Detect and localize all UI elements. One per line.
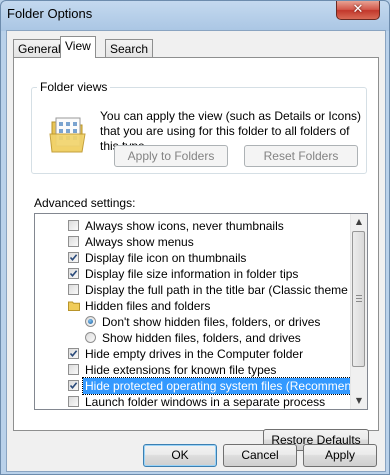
checkbox-unchecked[interactable] xyxy=(68,364,79,375)
window-title: Folder Options xyxy=(7,6,93,21)
advanced-setting-radio-row[interactable]: Show hidden files, folders, and drives xyxy=(35,330,351,346)
folder-views-icon xyxy=(49,117,86,153)
tab-search[interactable]: Search xyxy=(105,39,154,57)
advanced-setting-label: Hide empty drives in the Computer folder xyxy=(85,347,304,361)
advanced-settings-label: Advanced settings: xyxy=(34,196,136,210)
advanced-setting-checkbox-row[interactable]: Hide empty drives in the Computer folder xyxy=(35,346,351,362)
checkbox-checked[interactable] xyxy=(68,348,79,359)
apply-button[interactable]: Apply xyxy=(303,444,377,467)
advanced-settings-list[interactable]: Always show icons, never thumbnails Alway… xyxy=(34,213,368,410)
view-tab-panel: Folder views You can apply the view (suc… xyxy=(13,57,379,451)
advanced-setting-checkbox-row[interactable]: Hide protected operating system files (R… xyxy=(35,377,367,395)
title-bar[interactable]: Folder Options ✕ xyxy=(1,1,389,29)
checkbox-checked[interactable] xyxy=(68,268,79,279)
dialog-client-area: General View Search Folder views You can… xyxy=(6,30,386,472)
scroll-down-arrow-icon[interactable]: ▼ xyxy=(351,393,367,409)
close-button[interactable]: ✕ xyxy=(336,1,380,20)
advanced-setting-checkbox-row[interactable]: Launch folder windows in a separate proc… xyxy=(35,394,351,409)
advanced-setting-label: Hide protected operating system files (R… xyxy=(81,377,367,395)
advanced-setting-label: Hide extensions for known file types xyxy=(85,363,277,377)
checkbox-unchecked[interactable] xyxy=(68,220,79,231)
checkmark-icon xyxy=(69,382,78,390)
advanced-setting-checkbox-row[interactable]: Always show menus xyxy=(35,234,351,250)
advanced-setting-checkbox-row[interactable]: Display the full path in the title bar (… xyxy=(35,282,367,298)
advanced-setting-label: Always show menus xyxy=(85,235,194,249)
advanced-setting-label: Display the full path in the title bar (… xyxy=(85,283,368,297)
folder-icon xyxy=(68,301,80,311)
tab-view[interactable]: View xyxy=(60,36,96,58)
advanced-setting-checkbox-row[interactable]: Hide extensions for known file types xyxy=(35,362,351,378)
advanced-setting-folder-row[interactable]: Hidden files and folders xyxy=(35,298,351,314)
checkmark-icon xyxy=(69,270,78,278)
ok-button[interactable]: OK xyxy=(143,444,217,467)
checkbox-checked[interactable] xyxy=(68,252,79,263)
advanced-setting-label: Display file icon on thumbnails xyxy=(85,251,247,265)
checkbox-unchecked[interactable] xyxy=(68,396,79,407)
close-icon: ✕ xyxy=(352,2,364,17)
checkmark-icon xyxy=(69,350,78,358)
advanced-setting-checkbox-row[interactable]: Always show icons, never thumbnails xyxy=(35,218,351,234)
scrollbar-thumb[interactable] xyxy=(352,231,365,367)
advanced-setting-label: Always show icons, never thumbnails xyxy=(85,219,284,233)
checkbox-checked[interactable] xyxy=(68,380,79,391)
checkbox-unchecked[interactable] xyxy=(68,284,79,295)
folder-views-label: Folder views xyxy=(37,80,111,94)
advanced-setting-label: Show hidden files, folders, and drives xyxy=(102,331,301,345)
scroll-up-arrow-icon[interactable]: ▲ xyxy=(351,214,367,230)
advanced-setting-checkbox-row[interactable]: Display file size information in folder … xyxy=(35,266,351,282)
cancel-button[interactable]: Cancel xyxy=(223,444,297,467)
reset-folders-button[interactable]: Reset Folders xyxy=(244,145,358,167)
checkbox-unchecked[interactable] xyxy=(68,236,79,247)
advanced-setting-label: Display file size information in folder … xyxy=(85,267,299,281)
tab-general[interactable]: General xyxy=(13,39,66,57)
advanced-setting-label: Hidden files and folders xyxy=(85,299,211,313)
radio-unselected[interactable] xyxy=(85,332,96,343)
apply-to-folders-button[interactable]: Apply to Folders xyxy=(114,145,228,167)
checkmark-icon xyxy=(69,254,78,262)
advanced-setting-checkbox-row[interactable]: Display file icon on thumbnails xyxy=(35,250,351,266)
advanced-setting-label: Launch folder windows in a separate proc… xyxy=(85,395,326,409)
advanced-setting-label: Don't show hidden files, folders, or dri… xyxy=(102,315,321,329)
radio-selected[interactable] xyxy=(85,316,96,327)
advanced-setting-radio-row[interactable]: Don't show hidden files, folders, or dri… xyxy=(35,314,351,330)
folder-views-group: Folder views You can apply the view (suc… xyxy=(31,80,367,174)
vertical-scrollbar[interactable]: ▲ ▼ xyxy=(350,214,367,409)
folder-options-window: Folder Options ✕ General View Search Fol… xyxy=(0,0,390,475)
